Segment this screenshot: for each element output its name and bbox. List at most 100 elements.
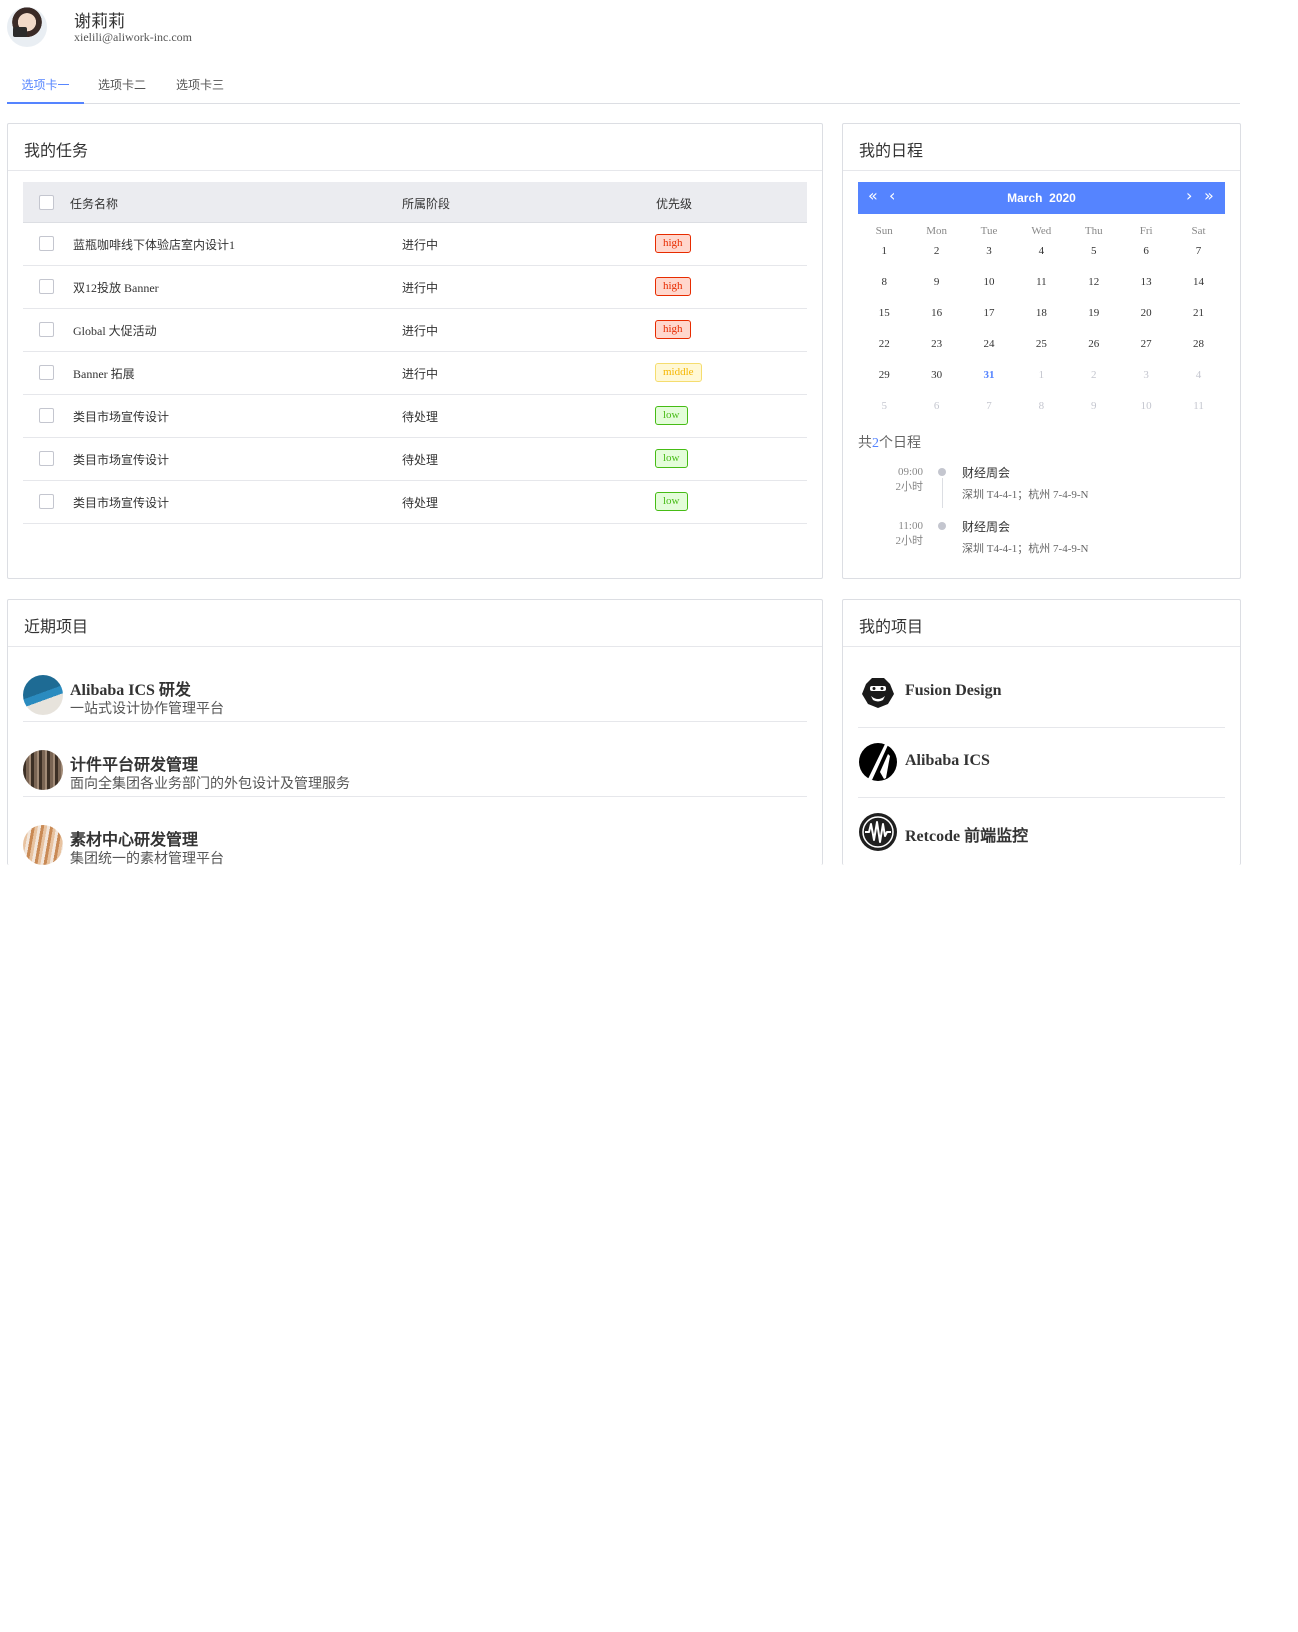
calendar-day[interactable]: 10 — [1120, 396, 1172, 427]
calendar-day[interactable]: 10 — [963, 272, 1015, 303]
tab-1[interactable]: 选项卡一 — [7, 66, 84, 104]
schedule-duration: 2小时 — [895, 481, 924, 493]
calendar-day[interactable]: 14 — [1172, 272, 1224, 303]
calendar-day[interactable]: 21 — [1172, 303, 1224, 334]
calendar-day[interactable]: 18 — [1015, 303, 1067, 334]
task-row[interactable]: Banner 拓展 进行中 middle — [23, 352, 807, 395]
priority-badge: high — [655, 277, 691, 296]
user-email: xielili@aliwork-inc.com — [74, 30, 193, 44]
my-project-item[interactable]: Fusion Design — [858, 658, 1225, 728]
calendar-day[interactable]: 6 — [910, 396, 962, 427]
next-month-icon[interactable]: › — [1186, 187, 1192, 205]
calendar-day[interactable]: 13 — [1120, 272, 1172, 303]
calendar-day[interactable]: 24 — [963, 334, 1015, 365]
task-stage: 进行中 — [402, 367, 439, 381]
calendar-day[interactable]: 1 — [858, 241, 910, 272]
calendar-day[interactable]: 17 — [963, 303, 1015, 334]
schedule-count-prefix: 共 — [858, 436, 872, 451]
calendar-day[interactable]: 6 — [1120, 241, 1172, 272]
calendar-day[interactable]: 22 — [858, 334, 910, 365]
calendar-day[interactable]: 3 — [963, 241, 1015, 272]
task-row[interactable]: 类目市场宣传设计 待处理 low — [23, 481, 807, 524]
calendar-day-today[interactable]: 31 — [963, 365, 1015, 396]
task-checkbox[interactable] — [39, 494, 54, 509]
task-checkbox[interactable] — [39, 451, 54, 466]
calendar-day[interactable]: 20 — [1120, 303, 1172, 334]
calendar-day[interactable]: 1 — [1015, 365, 1067, 396]
task-name: 蓝瓶咖啡线下体验店室内设计1 — [73, 238, 236, 252]
task-row[interactable]: 类目市场宣传设计 待处理 low — [23, 438, 807, 481]
my-project-item[interactable]: Retcode 前端监控 — [858, 798, 1225, 865]
calendar-day[interactable]: 2 — [910, 241, 962, 272]
select-all-checkbox[interactable] — [39, 195, 54, 210]
recent-project-item[interactable]: Alibaba ICS 研发 一站式设计协作管理平台 — [23, 647, 807, 722]
calendar-day[interactable]: 8 — [858, 272, 910, 303]
schedule-location: 深圳 T4-4-1；杭州 7-4-9-N — [962, 489, 1089, 501]
calendar-week-row: 29 30 31 1 2 3 4 — [858, 365, 1225, 396]
calendar-day[interactable]: 26 — [1068, 334, 1120, 365]
calendar-day[interactable]: 7 — [1172, 241, 1224, 272]
task-name: 类目市场宣传设计 — [73, 496, 170, 510]
calendar-day[interactable]: 25 — [1015, 334, 1067, 365]
calendar-day[interactable]: 19 — [1068, 303, 1120, 334]
priority-badge: middle — [655, 363, 702, 382]
calendar-day[interactable]: 7 — [963, 396, 1015, 427]
recent-project-item[interactable]: 素材中心研发管理 集团统一的素材管理平台 — [23, 797, 807, 865]
calendar-day[interactable]: 5 — [858, 396, 910, 427]
calendar-day[interactable]: 4 — [1015, 241, 1067, 272]
task-checkbox[interactable] — [39, 408, 54, 423]
schedule-item[interactable]: 11:00 2小时 财经周会 深圳 T4-4-1；杭州 7-4-9-N — [858, 518, 1225, 572]
project-name: Alibaba ICS 研发 — [70, 682, 191, 699]
task-checkbox[interactable] — [39, 322, 54, 337]
task-row[interactable]: 类目市场宣传设计 待处理 low — [23, 395, 807, 438]
calendar-grid: Sun Mon Tue Wed Thu Fri Sat 1 2 3 4 5 6 7 8 9 10 11 12 13 1… — [858, 221, 1225, 427]
my-project-item[interactable]: Alibaba ICS — [858, 728, 1225, 798]
task-name: 类目市场宣传设计 — [73, 410, 170, 424]
calendar-header: « ‹ March 2020 › » — [858, 182, 1225, 214]
schedule-duration: 2小时 — [895, 535, 924, 547]
my-project-name: Fusion Design — [905, 682, 1002, 699]
calendar-day[interactable]: 9 — [910, 272, 962, 303]
task-row[interactable]: 双12投放 Banner 进行中 high — [23, 266, 807, 309]
calendar-day[interactable]: 11 — [1015, 272, 1067, 303]
calendar-day[interactable]: 11 — [1172, 396, 1224, 427]
task-checkbox[interactable] — [39, 279, 54, 294]
calendar-day[interactable]: 2 — [1068, 365, 1120, 396]
calendar-day[interactable]: 16 — [910, 303, 962, 334]
task-row[interactable]: 蓝瓶咖啡线下体验店室内设计1 进行中 high — [23, 223, 807, 266]
weekday-label: Wed — [1031, 225, 1052, 237]
calendar-day[interactable]: 29 — [858, 365, 910, 396]
calendar-day[interactable]: 9 — [1068, 396, 1120, 427]
calendar-day[interactable]: 15 — [858, 303, 910, 334]
calendar-day[interactable]: 23 — [910, 334, 962, 365]
calendar-day[interactable]: 30 — [910, 365, 962, 396]
calendar-day[interactable]: 4 — [1172, 365, 1224, 396]
tab-3[interactable]: 选项卡三 — [165, 66, 235, 104]
priority-badge: low — [655, 492, 688, 511]
calendar-day[interactable]: 3 — [1120, 365, 1172, 396]
schedule-title: 财经周会 — [962, 520, 1011, 534]
next-year-icon[interactable]: » — [1204, 187, 1214, 205]
calendar-day[interactable]: 28 — [1172, 334, 1224, 365]
weekday-label: Mon — [926, 225, 947, 237]
calendar-day[interactable]: 27 — [1120, 334, 1172, 365]
schedule-item[interactable]: 09:00 2小时 财经周会 深圳 T4-4-1；杭州 7-4-9-N — [858, 464, 1225, 518]
schedule-location: 深圳 T4-4-1；杭州 7-4-9-N — [962, 543, 1089, 555]
task-checkbox[interactable] — [39, 236, 54, 251]
calendar-month-year[interactable]: March 2020 — [858, 191, 1225, 205]
task-row[interactable]: Global 大促活动 进行中 high — [23, 309, 807, 352]
column-header-task-name: 任务名称 — [70, 197, 119, 211]
project-description: 面向全集团各业务部门的外包设计及管理服务 — [70, 777, 350, 792]
priority-badge: low — [655, 449, 688, 468]
calendar-day[interactable]: 12 — [1068, 272, 1120, 303]
task-checkbox[interactable] — [39, 365, 54, 380]
user-avatar[interactable] — [7, 7, 47, 47]
tab-2[interactable]: 选项卡二 — [87, 66, 157, 104]
my-projects-title: 我的项目 — [859, 619, 924, 636]
timeline-line — [942, 478, 943, 508]
calendar-day[interactable]: 8 — [1015, 396, 1067, 427]
calendar-month: March — [1007, 191, 1043, 205]
user-header: 谢莉莉 xielili@aliwork-inc.com — [7, 7, 1247, 51]
recent-project-item[interactable]: 计件平台研发管理 面向全集团各业务部门的外包设计及管理服务 — [23, 722, 807, 797]
calendar-day[interactable]: 5 — [1068, 241, 1120, 272]
